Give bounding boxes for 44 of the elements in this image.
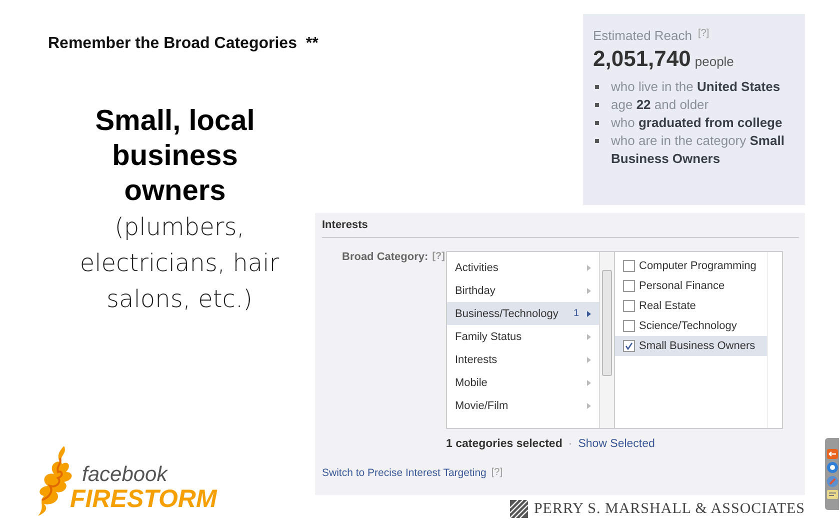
option-label: Personal Finance (639, 280, 725, 292)
bullet-icon (595, 121, 599, 125)
logo-text: FIRESTORM (70, 486, 217, 512)
scrollbar[interactable] (599, 252, 615, 428)
reach-criterion: who live in the United States (611, 79, 780, 94)
category-item[interactable]: Mobile (447, 371, 599, 394)
category-item[interactable]: Birthday (447, 279, 599, 302)
footer-brand: PERRY S. MARSHALL & ASSOCIATES (534, 500, 805, 518)
checkbox[interactable] (623, 300, 635, 312)
bullet-icon (595, 103, 599, 107)
bullet-icon (595, 139, 599, 143)
option-label: Computer Programming (639, 260, 756, 272)
logo-text: facebook (81, 464, 169, 486)
category-item[interactable]: Movie/Film (447, 394, 599, 417)
category-item[interactable]: Business/Technology 1 (447, 302, 599, 325)
reach-label: Estimated Reach (593, 28, 692, 43)
striped-square-icon (510, 500, 528, 518)
reach-count: 2,051,740 (593, 46, 691, 72)
option-label: Small Business Owners (639, 340, 756, 352)
category-item[interactable]: Family Status (447, 325, 599, 348)
option-label: Science/Technology (639, 320, 737, 332)
headline: Small, local business owners (94, 104, 256, 209)
selection-summary: 1 categories selected (446, 438, 562, 450)
category-item[interactable]: Interests (447, 348, 599, 371)
switch-targeting-link[interactable]: Switch to Precise Interest Targeting (322, 467, 486, 479)
checkbox[interactable] (623, 320, 635, 332)
show-selected-link[interactable]: Show Selected (578, 438, 655, 450)
checkbox[interactable] (623, 260, 635, 272)
reach-criterion: age 22 and older (611, 97, 709, 112)
field-label: Broad Category: (342, 251, 428, 265)
comment-icon[interactable] (826, 490, 838, 499)
reach-criterion: who are in the category Small Business Owners (611, 133, 784, 166)
subtext: (plumbers, electricians, hair salons, etc.) (78, 212, 280, 315)
option-label: Real Estate (639, 300, 696, 312)
arrow-icon[interactable] (826, 449, 838, 459)
reach-unit: people (694, 54, 734, 69)
checkbox[interactable] (623, 280, 635, 292)
section-heading: Interests (322, 219, 799, 238)
separator: · (568, 438, 572, 450)
category-item[interactable]: Activities (447, 256, 599, 279)
bullet-icon (595, 85, 599, 89)
reach-criterion: who graduated from college (611, 115, 782, 130)
checkbox[interactable] (623, 340, 635, 352)
slide-title: Remember the Broad Categories ** (48, 34, 318, 54)
